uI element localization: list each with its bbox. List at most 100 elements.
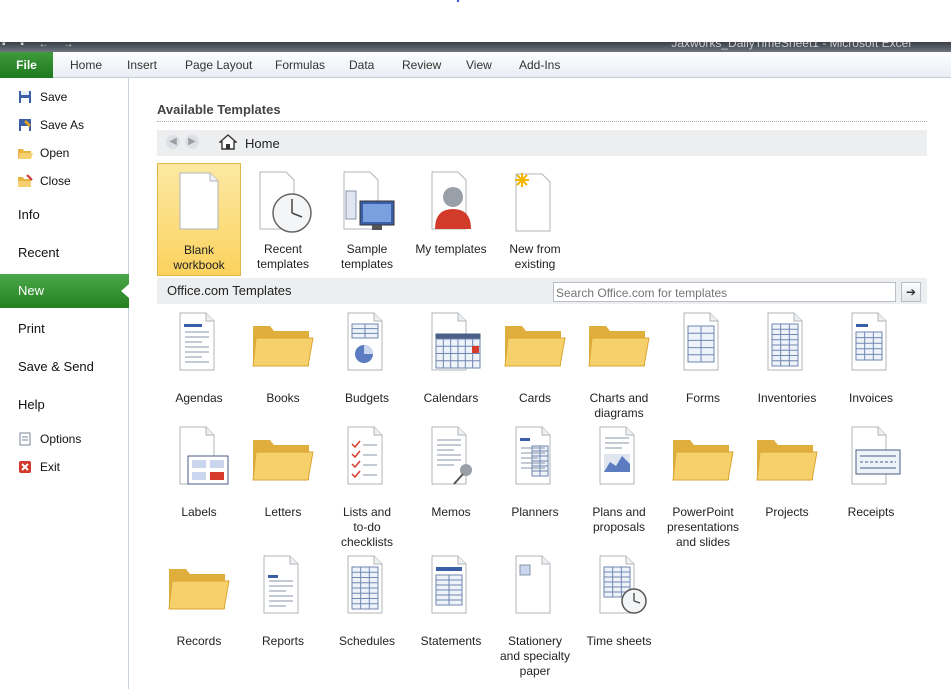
sidebar-item-save-as[interactable]: Save As: [0, 116, 129, 134]
home-icon[interactable]: [218, 134, 238, 153]
sidebar-item-label: Save As: [40, 118, 85, 132]
top-margin: [0, 0, 951, 42]
arrow-right-icon: ➔: [905, 285, 917, 299]
tab-view[interactable]: View: [466, 52, 492, 78]
save-as-icon: [17, 117, 33, 133]
back-arrow-icon[interactable]: ◀: [166, 135, 180, 149]
category-label: Projects: [765, 505, 809, 519]
template-label: My templates: [415, 242, 487, 256]
open-folder-icon: [17, 145, 33, 161]
search-go-button[interactable]: ➔: [901, 282, 921, 302]
category-time-sheets[interactable]: Time sheets: [577, 555, 661, 649]
tab-insert[interactable]: Insert: [127, 52, 157, 78]
category-calendars[interactable]: Calendars: [409, 312, 493, 406]
quick-access-toolbar[interactable]: ▪ ▪ ← →: [2, 42, 79, 50]
sidebar-item-recent[interactable]: Recent: [18, 245, 59, 260]
blank-document-icon: [179, 172, 219, 230]
breadcrumb[interactable]: Home: [245, 136, 280, 151]
category-projects[interactable]: Projects: [745, 426, 829, 520]
category-lists-and[interactable]: Lists and to-do checklists: [325, 426, 409, 550]
sidebar-item-print[interactable]: Print: [18, 321, 45, 336]
category-label: Receipts: [847, 505, 895, 519]
tab-page-layout[interactable]: Page Layout: [185, 52, 252, 78]
category-books[interactable]: Books: [241, 312, 325, 406]
forward-arrow-icon[interactable]: ▶: [185, 135, 199, 149]
budget-pie-icon: [347, 312, 383, 371]
sidebar-item-new[interactable]: New: [0, 274, 129, 308]
category-invoices[interactable]: Invoices: [829, 312, 913, 406]
category-agendas[interactable]: Agendas: [157, 312, 241, 406]
category-label: Planners: [511, 505, 559, 519]
search-input[interactable]: [553, 282, 896, 302]
template-label: existing: [514, 257, 556, 271]
inventory-grid-icon: [767, 312, 803, 371]
category-inventories[interactable]: Inventories: [745, 312, 829, 406]
category-statements[interactable]: Statements: [409, 555, 493, 649]
category-label: Labels: [181, 505, 217, 519]
category-label: Lists and: [342, 505, 392, 519]
category-label: proposals: [592, 520, 646, 534]
category-schedules[interactable]: Schedules: [325, 555, 409, 649]
category-label: checklists: [340, 535, 393, 549]
new-backstage-panel: Available Templates ◀ ▶ Home Blank workb…: [130, 78, 951, 689]
schedule-grid-icon: [347, 555, 383, 614]
sample-templates-monitor-icon: [343, 171, 395, 230]
tab-data[interactable]: Data: [349, 52, 374, 78]
category-records[interactable]: Records: [157, 555, 241, 649]
sidebar-item-label: Options: [40, 432, 82, 446]
category-cards[interactable]: Cards: [493, 312, 577, 406]
sidebar-item-save[interactable]: Save: [0, 88, 129, 106]
close-folder-icon: [17, 173, 33, 189]
timesheet-clock-icon: [599, 555, 647, 614]
template-label: Sample: [346, 242, 388, 256]
chart-document-icon: [599, 426, 635, 485]
sidebar-item-label: Open: [40, 146, 70, 160]
marker-dot: [457, 0, 459, 2]
tab-file[interactable]: File: [0, 52, 53, 78]
template-blank-workbook[interactable]: Blank workbook: [157, 163, 241, 276]
options-icon: [17, 431, 33, 447]
sidebar-item-help[interactable]: Help: [18, 397, 45, 412]
category-memos[interactable]: Memos: [409, 426, 493, 520]
ribbon-tabs: File Home Insert Page Layout Formulas Da…: [0, 52, 951, 78]
category-label: Budgets: [344, 391, 390, 405]
sidebar-item-options[interactable]: Options: [0, 430, 129, 448]
category-plans-and[interactable]: Plans and proposals: [577, 426, 661, 535]
tab-home[interactable]: Home: [70, 52, 102, 78]
sidebar-item-info[interactable]: Info: [18, 207, 40, 222]
divider: [157, 121, 927, 122]
category-forms[interactable]: Forms: [661, 312, 745, 406]
template-sample[interactable]: Sample templates: [325, 163, 409, 276]
category-receipts[interactable]: Receipts: [829, 426, 913, 520]
sidebar-item-save-send[interactable]: Save & Send: [18, 359, 94, 374]
category-label: Agendas: [175, 391, 223, 405]
tab-formulas[interactable]: Formulas: [275, 52, 325, 78]
folder-icon: [168, 569, 230, 610]
tab-review[interactable]: Review: [402, 52, 441, 78]
tab-add-ins[interactable]: Add-Ins: [519, 52, 560, 78]
template-label: workbook: [173, 258, 225, 272]
template-new-from-existing[interactable]: New from existing: [493, 163, 577, 276]
sidebar-item-close[interactable]: Close: [0, 172, 129, 190]
page-title: Available Templates: [157, 102, 281, 117]
category-charts-and[interactable]: Charts and diagrams: [577, 312, 661, 421]
category-reports[interactable]: Reports: [241, 555, 325, 649]
template-my-templates[interactable]: My templates: [409, 163, 493, 276]
category-label: Charts and: [589, 391, 649, 405]
category-labels[interactable]: Labels: [157, 426, 241, 520]
person-icon: [431, 171, 471, 230]
category-label: and slides: [675, 535, 731, 549]
category-letters[interactable]: Letters: [241, 426, 325, 520]
template-recent[interactable]: Recent templates: [241, 163, 325, 276]
category-stationery[interactable]: Stationery and specialty paper: [493, 555, 577, 679]
category-powerpoint[interactable]: PowerPoint presentations and slides: [661, 426, 745, 550]
category-budgets[interactable]: Budgets: [325, 312, 409, 406]
category-label: Inventories: [757, 391, 817, 405]
category-label: PowerPoint: [672, 505, 734, 519]
template-navigation-bar: ◀ ▶ Home: [157, 130, 927, 156]
report-document-icon: [263, 555, 299, 614]
category-planners[interactable]: Planners: [493, 426, 577, 520]
sidebar-item-open[interactable]: Open: [0, 144, 129, 162]
category-label: Forms: [686, 391, 720, 405]
sidebar-item-exit[interactable]: Exit: [0, 458, 129, 476]
